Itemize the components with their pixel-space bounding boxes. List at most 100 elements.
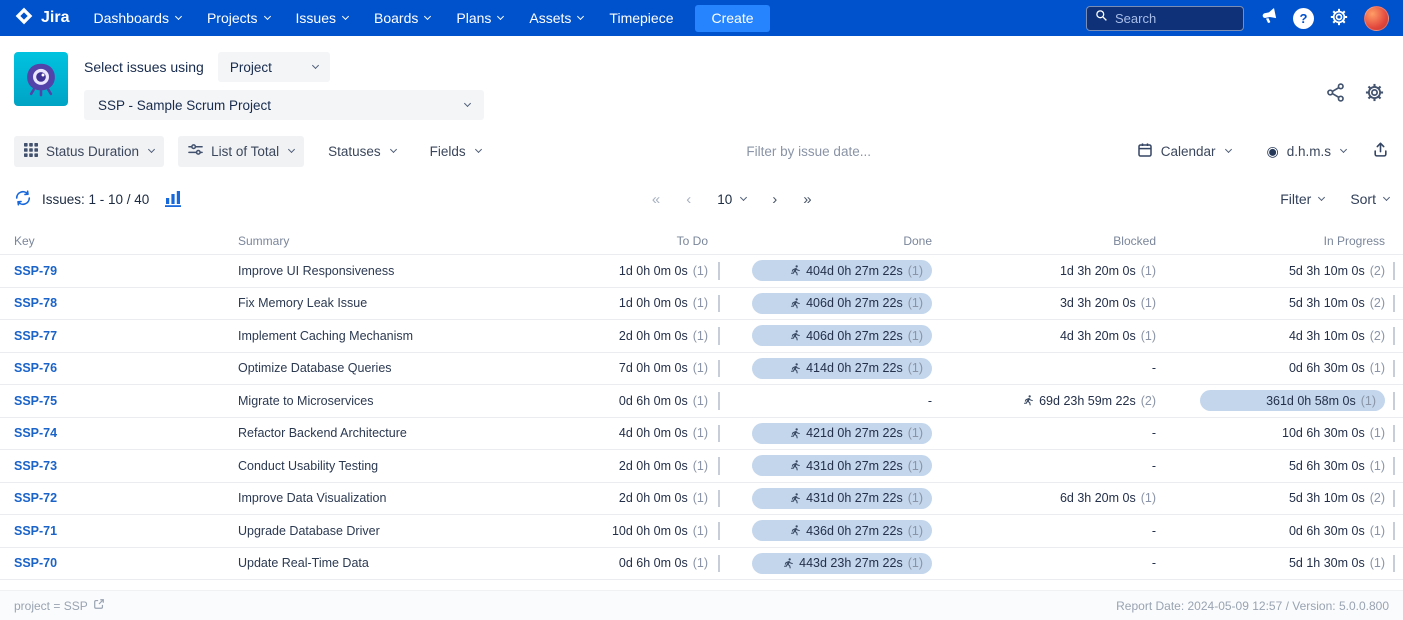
jira-logo-icon <box>14 6 34 31</box>
duration-cell-blocked: 69d 23h 59m 22s(2) <box>944 385 1168 417</box>
create-button[interactable]: Create <box>695 5 769 32</box>
nav-item-plans[interactable]: Plans <box>456 10 503 26</box>
refresh-button[interactable] <box>14 189 32 210</box>
issue-source-type-select[interactable]: Project <box>218 52 330 82</box>
duration-format-button[interactable]: ◉ d.h.m.s <box>1257 136 1356 167</box>
export-button[interactable] <box>1372 141 1389 161</box>
share-button[interactable] <box>1325 82 1346 106</box>
global-search[interactable] <box>1086 6 1244 31</box>
duration-value: 5d 1h 30m 0s <box>1289 556 1365 570</box>
column-header-key[interactable]: Key <box>0 234 230 248</box>
chevron-down-icon <box>497 13 504 20</box>
table-row: SSP-77Implement Caching Mechanism2d 0h 0… <box>0 319 1403 352</box>
nav-item-boards[interactable]: Boards <box>374 10 430 26</box>
runner-icon <box>781 557 794 570</box>
duration-value: 10d 0h 0m 0s <box>612 524 688 538</box>
report-settings-button[interactable] <box>1364 82 1385 106</box>
nav-item-assets[interactable]: Assets <box>529 10 583 26</box>
issues-table: Key Summary To Do Done Blocked In Progre… <box>0 228 1403 580</box>
issue-key-link[interactable]: SSP-78 <box>14 296 57 310</box>
issue-date-filter[interactable]: Filter by issue date... <box>505 144 1113 159</box>
table-row: SSP-74Refactor Backend Architecture4d 0h… <box>0 417 1403 450</box>
column-header-in-progress[interactable]: In Progress <box>1168 234 1403 248</box>
runner-icon <box>788 264 801 277</box>
last-page-button[interactable]: » <box>803 191 811 208</box>
fields-button[interactable]: Fields <box>420 136 491 167</box>
table-row: SSP-71Upgrade Database Driver10d 0h 0m 0… <box>0 514 1403 547</box>
report-toolbar: Status Duration List of Total Statuses F… <box>0 134 1403 168</box>
help-icon: ? <box>1293 8 1314 29</box>
chevron-down-icon <box>577 13 584 20</box>
announcements-button[interactable] <box>1259 7 1278 29</box>
nav-item-issues[interactable]: Issues <box>296 10 348 26</box>
report-type-button[interactable]: Status Duration <box>14 136 164 167</box>
sort-button[interactable]: Sort <box>1350 191 1389 207</box>
issue-key-link[interactable]: SSP-72 <box>14 491 57 505</box>
duration-cell-in-progress: 5d 3h 10m 0s(2) <box>1168 255 1403 287</box>
duration-cell-done: 414d 0h 27m 22s(1) <box>720 353 944 385</box>
duration-cell-in-progress: 361d 0h 58m 0s(1) <box>1168 385 1403 417</box>
nav-item-timepiece[interactable]: Timepiece <box>609 10 673 26</box>
duration-value: 3d 3h 20m 0s <box>1060 296 1136 310</box>
grid-icon <box>24 143 38 160</box>
issue-summary: Conduct Usability Testing <box>230 459 500 473</box>
current-status-pill: 406d 0h 27m 22s(1) <box>752 293 932 314</box>
nav-item-label: Projects <box>207 10 258 26</box>
nav-item-dashboards[interactable]: Dashboards <box>93 10 181 26</box>
chart-view-button[interactable] <box>163 188 183 211</box>
duration-cell-todo: 10d 0h 0m 0s(1) <box>500 515 720 547</box>
timepiece-app-logo <box>14 52 68 106</box>
settings-button[interactable] <box>1329 7 1349 30</box>
column-header-summary[interactable]: Summary <box>230 234 500 248</box>
first-page-button[interactable]: « <box>652 191 660 208</box>
duration-value: 0d 6h 30m 0s <box>1289 524 1365 538</box>
runner-icon <box>788 427 801 440</box>
duration-value: 5d 3h 10m 0s <box>1289 491 1365 505</box>
jql-link[interactable]: project = SSP <box>14 598 105 613</box>
nav-item-label: Timepiece <box>609 10 673 26</box>
issue-key-link[interactable]: SSP-76 <box>14 361 57 375</box>
issue-key-link[interactable]: SSP-77 <box>14 329 57 343</box>
issue-key-link[interactable]: SSP-75 <box>14 394 57 408</box>
runner-icon <box>788 524 801 537</box>
column-header-blocked[interactable]: Blocked <box>944 234 1168 248</box>
issue-key-link[interactable]: SSP-74 <box>14 426 57 440</box>
runner-icon <box>788 459 801 472</box>
duration-value: 1d 0h 0m 0s <box>619 264 688 278</box>
issue-key-link[interactable]: SSP-71 <box>14 524 57 538</box>
key-cell: SSP-77 <box>0 329 230 343</box>
project-select[interactable]: SSP - Sample Scrum Project <box>84 90 484 120</box>
duration-value: 0d 6h 0m 0s <box>619 556 688 570</box>
column-header-todo[interactable]: To Do <box>500 234 720 248</box>
statuses-button[interactable]: Statuses <box>318 136 406 167</box>
transition-count: (1) <box>693 394 708 408</box>
prev-page-button[interactable]: ‹ <box>686 191 691 208</box>
pager: « ‹ 10 › » <box>652 191 812 208</box>
filter-button[interactable]: Filter <box>1280 191 1324 207</box>
user-avatar[interactable] <box>1364 6 1389 31</box>
jira-brand-label: Jira <box>41 9 69 27</box>
chevron-down-icon <box>148 146 155 153</box>
calendar-button[interactable]: Calendar <box>1127 136 1241 167</box>
issue-key-link[interactable]: SSP-73 <box>14 459 57 473</box>
page-size-select[interactable]: 10 <box>717 192 746 207</box>
list-mode-button[interactable]: List of Total <box>178 136 304 167</box>
empty-duration: - <box>1152 426 1156 440</box>
issue-key-link[interactable]: SSP-70 <box>14 556 57 570</box>
chevron-down-icon <box>740 194 747 201</box>
duration-value: 5d 3h 10m 0s <box>1289 296 1365 310</box>
search-input[interactable] <box>1115 11 1235 26</box>
jira-home-link[interactable]: Jira <box>14 6 69 31</box>
header-actions <box>1325 82 1385 106</box>
table-row: SSP-78Fix Memory Leak Issue1d 0h 0m 0s(1… <box>0 287 1403 320</box>
issue-key-link[interactable]: SSP-79 <box>14 264 57 278</box>
nav-item-label: Assets <box>529 10 571 26</box>
column-header-done[interactable]: Done <box>720 234 944 248</box>
transition-count: (1) <box>908 459 923 473</box>
duration-cell-todo: 4d 0h 0m 0s(1) <box>500 418 720 450</box>
help-button[interactable]: ? <box>1293 8 1314 29</box>
nav-item-projects[interactable]: Projects <box>207 10 270 26</box>
current-status-pill: 404d 0h 27m 22s(1) <box>752 260 932 281</box>
next-page-button[interactable]: › <box>772 191 777 208</box>
duration-value: 431d 0h 27m 22s <box>806 491 903 505</box>
